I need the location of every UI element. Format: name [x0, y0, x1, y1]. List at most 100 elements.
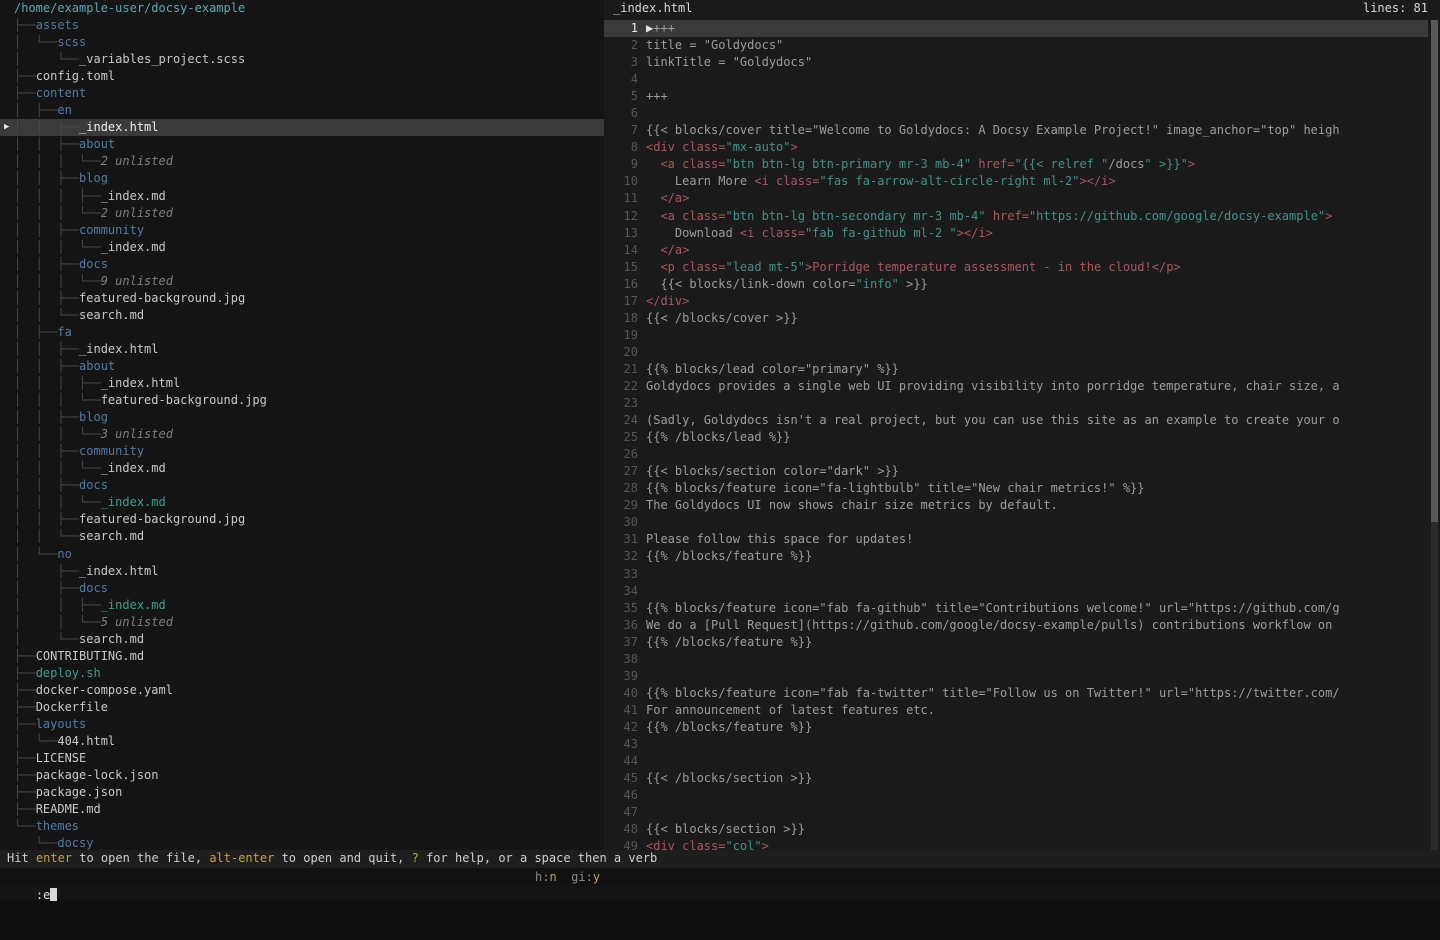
file-name: 404.html: [57, 734, 115, 748]
line-number: 2: [604, 37, 638, 54]
status-key-hint: alt-enter: [209, 851, 274, 865]
tree-item-docs[interactable]: │ │ ├──docs: [0, 256, 604, 273]
code-line-33: 33: [604, 566, 1428, 583]
tree-item--index-md[interactable]: │ │ │ └──_index.md: [0, 494, 604, 511]
code-line-38: 38: [604, 651, 1428, 668]
tree-item-blog[interactable]: │ │ ├──blog: [0, 409, 604, 426]
tree-item--index-html[interactable]: │ │ ├──_index.html: [0, 341, 604, 358]
command-input-value[interactable]: :e: [29, 888, 50, 902]
tree-item-themes[interactable]: └──themes: [0, 818, 604, 835]
tree-item-no[interactable]: │ └──no: [0, 546, 604, 563]
file-name: featured-background.jpg: [79, 291, 245, 305]
tree-branch-lines: │ │ ├──: [14, 342, 79, 356]
tree-branch-lines: │ │ │ └──: [14, 206, 101, 220]
file-name: _index.md: [101, 461, 166, 475]
flag-label: h:: [535, 870, 549, 884]
tree-branch-lines: │ └──: [14, 35, 57, 49]
tree-item--index-html[interactable]: │ │ │ ├──_index.html: [0, 375, 604, 392]
line-number: 28: [604, 480, 638, 497]
code-line-text: <a class="btn btn-lg btn-primary mr-3 mb…: [638, 156, 1428, 173]
tree-item--index-html[interactable]: ▶│ │ ├──_index.html: [0, 119, 604, 136]
line-number: 8: [604, 139, 638, 156]
tree-item--index-md[interactable]: │ │ │ ├──_index.md: [0, 188, 604, 205]
tree-item-package-lock-json[interactable]: ├──package-lock.json: [0, 767, 604, 784]
tree-item-readme-md[interactable]: ├──README.md: [0, 801, 604, 818]
code-line-32: 32{{% /blocks/feature %}}: [604, 548, 1428, 565]
code-line-17: 17</div>: [604, 293, 1428, 310]
tree-item--index-md[interactable]: │ │ │ └──_index.md: [0, 239, 604, 256]
tree-item--index-html[interactable]: │ ├──_index.html: [0, 563, 604, 580]
tree-item--variables-project-scss[interactable]: │ └──_variables_project.scss: [0, 51, 604, 68]
tree-branch-lines: │ │ ├──: [14, 137, 79, 151]
tree-item-docs[interactable]: │ │ ├──docs: [0, 477, 604, 494]
file-tree: /home/example-user/docsy-example├──asset…: [0, 0, 604, 850]
tree-branch-lines: ├──: [14, 785, 36, 799]
file-name: package.json: [36, 785, 123, 799]
tree-branch-lines: ├──: [14, 700, 36, 714]
tree-item-contributing-md[interactable]: ├──CONTRIBUTING.md: [0, 648, 604, 665]
code-line-text: +++: [638, 88, 1428, 105]
tree-item-docs[interactable]: │ ├──docs: [0, 580, 604, 597]
code-line-text: {{% blocks/feature icon="fab fa-twitter"…: [638, 685, 1428, 702]
tree-item-fa[interactable]: │ ├──fa: [0, 324, 604, 341]
tree-item-community[interactable]: │ │ ├──community: [0, 443, 604, 460]
tree-item-docsy[interactable]: └──docsy: [0, 835, 604, 850]
status-text: to open and quit,: [274, 851, 411, 865]
command-input-bar[interactable]: :e h:n gi:y: [0, 868, 1440, 886]
tree-item-blog[interactable]: │ │ ├──blog: [0, 170, 604, 187]
tree-item-license[interactable]: ├──LICENSE: [0, 750, 604, 767]
line-number: 26: [604, 446, 638, 463]
tree-item--index-md[interactable]: │ │ │ └──_index.md: [0, 460, 604, 477]
code-line-text: Goldydocs provides a single web UI provi…: [638, 378, 1428, 395]
line-number: 11: [604, 190, 638, 207]
line-number: 35: [604, 600, 638, 617]
file-name: _index.html: [79, 564, 158, 578]
tree-item-search-md[interactable]: │ │ └──search.md: [0, 307, 604, 324]
tree-item-about[interactable]: │ │ ├──about: [0, 358, 604, 375]
tree-branch-lines: │ │ ├──: [14, 598, 101, 612]
code-line-22: 22Goldydocs provides a single web UI pro…: [604, 378, 1428, 395]
tree-item-docker-compose-yaml[interactable]: ├──docker-compose.yaml: [0, 682, 604, 699]
tree-item-search-md[interactable]: │ └──search.md: [0, 631, 604, 648]
tree-item-package-json[interactable]: ├──package.json: [0, 784, 604, 801]
tree-item-assets[interactable]: ├──assets: [0, 17, 604, 34]
tree-item-config-toml[interactable]: ├──config.toml: [0, 68, 604, 85]
tree-item-dockerfile[interactable]: ├──Dockerfile: [0, 699, 604, 716]
tree-branch-lines: │ │ └──: [14, 529, 79, 543]
code-line-text: Learn More <i class="fas fa-arrow-alt-ci…: [638, 173, 1428, 190]
mode-flags: h:n gi:y: [535, 868, 600, 886]
tree-item--index-md[interactable]: │ │ ├──_index.md: [0, 597, 604, 614]
tree-item-scss[interactable]: │ └──scss: [0, 34, 604, 51]
code-line-text: </a>: [638, 190, 1428, 207]
tree-item-content[interactable]: ├──content: [0, 85, 604, 102]
tree-item-community[interactable]: │ │ ├──community: [0, 222, 604, 239]
tree-item-2-unlisted: │ │ │ └──2 unlisted: [0, 205, 604, 222]
file-name: _index.html: [79, 120, 158, 134]
code-line-text: {{< /blocks/cover >}}: [638, 310, 1428, 327]
tree-item-deploy-sh[interactable]: ├──deploy.sh: [0, 665, 604, 682]
code-line-42: 42{{% /blocks/feature %}}: [604, 719, 1428, 736]
file-name: _index.html: [101, 376, 180, 390]
preview-scrollbar[interactable]: [1431, 20, 1438, 850]
tree-item-featured-background-jpg[interactable]: │ │ │ └──featured-background.jpg: [0, 392, 604, 409]
tree-item-featured-background-jpg[interactable]: │ │ ├──featured-background.jpg: [0, 511, 604, 528]
tree-item-404-html[interactable]: │ └──404.html: [0, 733, 604, 750]
tree-branch-lines: ├──: [14, 18, 36, 32]
file-name: featured-background.jpg: [101, 393, 267, 407]
tree-item-about[interactable]: │ │ ├──about: [0, 136, 604, 153]
flag-label: gi:: [557, 870, 593, 884]
line-number: 20: [604, 344, 638, 361]
directory-name: assets: [36, 18, 79, 32]
file-name: 3 unlisted: [101, 427, 173, 441]
preview-scrollbar-thumb[interactable]: [1431, 20, 1438, 522]
tree-branch-lines: ├──: [14, 802, 36, 816]
tree-item-search-md[interactable]: │ │ └──search.md: [0, 528, 604, 545]
line-number: 41: [604, 702, 638, 719]
tree-item-en[interactable]: │ ├──en: [0, 102, 604, 119]
tree-item-featured-background-jpg[interactable]: │ │ ├──featured-background.jpg: [0, 290, 604, 307]
code-line-text: [638, 105, 1428, 122]
directory-name: docsy: [57, 836, 93, 850]
tree-branch-lines: ├──: [14, 666, 36, 680]
code-line-28: 28{{% blocks/feature icon="fa-lightbulb"…: [604, 480, 1428, 497]
tree-item-layouts[interactable]: ├──layouts: [0, 716, 604, 733]
